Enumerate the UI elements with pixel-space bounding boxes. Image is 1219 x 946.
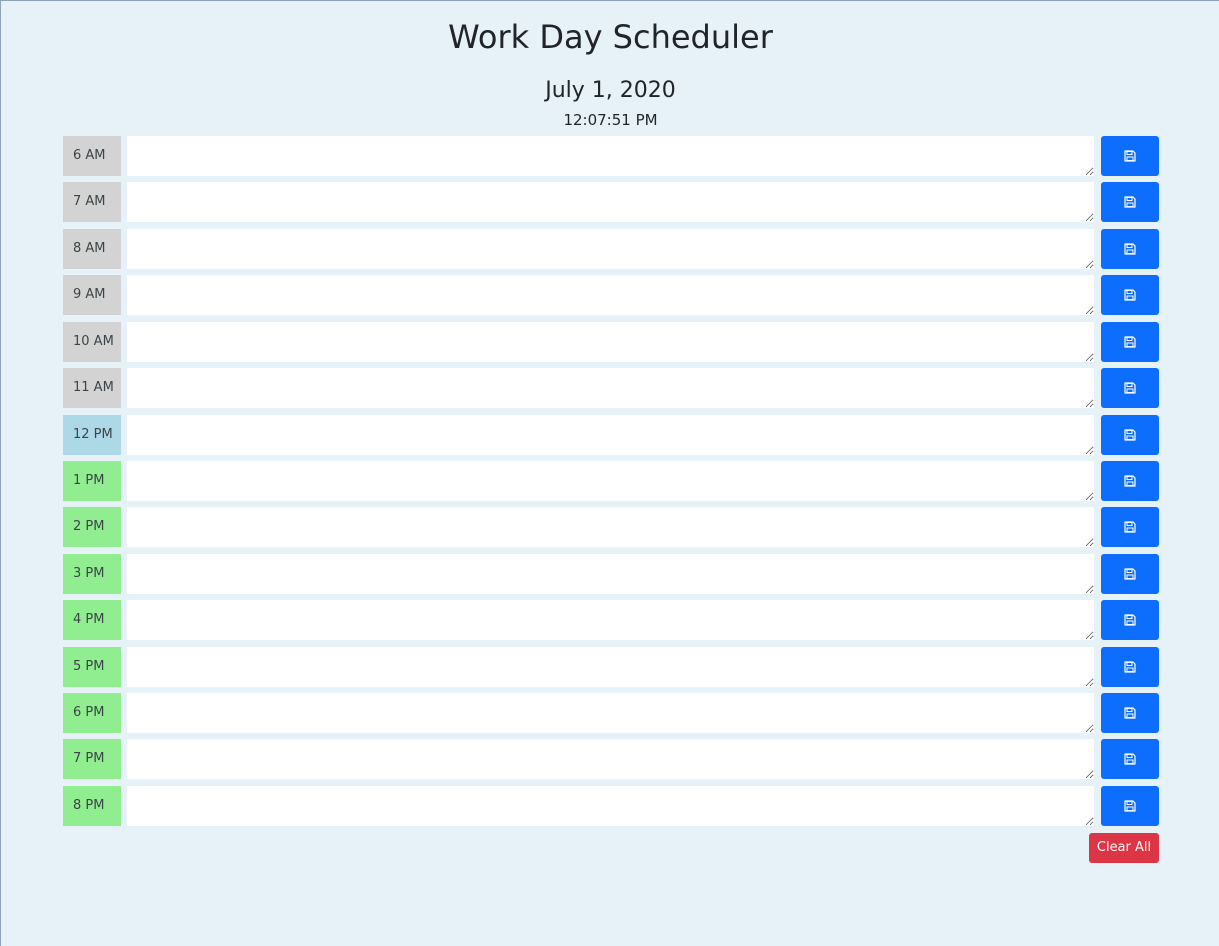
hour-row: 3 PM bbox=[63, 553, 1159, 594]
hour-row: 2 PM bbox=[63, 507, 1159, 548]
save-icon bbox=[1124, 707, 1136, 719]
schedule-list: 6 AM 7 AM 8 AM 9 AM 10 AM 11 AM 12 PM 1 PM 2 PM 3… bbox=[63, 136, 1159, 832]
save-button[interactable] bbox=[1101, 460, 1159, 501]
save-button[interactable] bbox=[1101, 136, 1159, 176]
save-button[interactable] bbox=[1101, 600, 1159, 641]
clear-all-button[interactable]: Clear All bbox=[1089, 833, 1159, 863]
page-title: Work Day Scheduler bbox=[448, 18, 773, 56]
save-icon bbox=[1124, 475, 1136, 487]
save-icon bbox=[1124, 614, 1136, 626]
save-icon bbox=[1124, 382, 1136, 394]
save-button[interactable] bbox=[1101, 228, 1159, 269]
hour-entry-input[interactable] bbox=[127, 553, 1094, 594]
hour-entry-input[interactable] bbox=[127, 646, 1094, 687]
hour-row: 9 AM bbox=[63, 275, 1159, 316]
save-icon bbox=[1124, 243, 1136, 255]
save-icon bbox=[1124, 661, 1136, 673]
hour-label: 6 PM bbox=[63, 693, 121, 734]
hour-entry-input[interactable] bbox=[127, 460, 1094, 501]
current-date: July 1, 2020 bbox=[545, 78, 676, 103]
hour-label: 6 AM bbox=[63, 136, 121, 176]
hour-label: 9 AM bbox=[63, 275, 121, 316]
hour-row: 6 AM bbox=[63, 136, 1159, 176]
hour-row: 8 AM bbox=[63, 228, 1159, 269]
hour-row: 8 PM bbox=[63, 785, 1159, 826]
save-button[interactable] bbox=[1101, 182, 1159, 223]
save-icon bbox=[1124, 150, 1136, 162]
save-button[interactable] bbox=[1101, 693, 1159, 734]
save-icon bbox=[1124, 289, 1136, 301]
hour-entry-input[interactable] bbox=[127, 693, 1094, 734]
save-button[interactable] bbox=[1101, 507, 1159, 548]
hour-row: 7 AM bbox=[63, 182, 1159, 223]
hour-label: 12 PM bbox=[63, 414, 121, 455]
hour-label: 2 PM bbox=[63, 507, 121, 548]
hour-entry-input[interactable] bbox=[127, 321, 1094, 362]
save-icon bbox=[1124, 428, 1136, 441]
hour-row: 7 PM bbox=[63, 739, 1159, 780]
save-button[interactable] bbox=[1101, 553, 1159, 594]
hour-entry-input[interactable] bbox=[127, 785, 1094, 826]
hour-label: 8 AM bbox=[63, 228, 121, 269]
hour-label: 7 AM bbox=[63, 182, 121, 223]
save-button[interactable] bbox=[1101, 414, 1159, 455]
hour-label: 3 PM bbox=[63, 553, 121, 594]
save-button[interactable] bbox=[1101, 321, 1159, 362]
hour-entry-input[interactable] bbox=[127, 414, 1094, 455]
hour-entry-input[interactable] bbox=[127, 600, 1094, 641]
save-button[interactable] bbox=[1101, 368, 1159, 409]
hour-entry-input[interactable] bbox=[127, 228, 1094, 269]
hour-label: 10 AM bbox=[63, 321, 121, 362]
hour-label: 5 PM bbox=[63, 646, 121, 687]
save-icon bbox=[1124, 568, 1136, 580]
save-icon bbox=[1124, 800, 1136, 812]
hour-label: 11 AM bbox=[63, 368, 121, 409]
save-button[interactable] bbox=[1101, 739, 1159, 780]
hour-entry-input[interactable] bbox=[127, 368, 1094, 409]
hour-entry-input[interactable] bbox=[127, 739, 1094, 780]
hour-row: 4 PM bbox=[63, 600, 1159, 641]
hour-entry-input[interactable] bbox=[127, 507, 1094, 548]
current-time: 12:07:51 PM bbox=[563, 111, 658, 129]
hour-row: 12 PM bbox=[63, 414, 1159, 455]
save-icon bbox=[1124, 521, 1136, 533]
hour-row: 1 PM bbox=[63, 460, 1159, 501]
hour-row: 6 PM bbox=[63, 693, 1159, 734]
hour-entry-input[interactable] bbox=[127, 182, 1094, 223]
hour-label: 8 PM bbox=[63, 785, 121, 826]
save-button[interactable] bbox=[1101, 275, 1159, 316]
hour-row: 11 AM bbox=[63, 368, 1159, 409]
hour-label: 7 PM bbox=[63, 739, 121, 780]
save-button[interactable] bbox=[1101, 785, 1159, 826]
hour-label: 1 PM bbox=[63, 460, 121, 501]
hour-row: 5 PM bbox=[63, 646, 1159, 687]
hour-entry-input[interactable] bbox=[127, 136, 1094, 176]
save-button[interactable] bbox=[1101, 646, 1159, 687]
hour-row: 10 AM bbox=[63, 321, 1159, 362]
hour-label: 4 PM bbox=[63, 600, 121, 641]
save-icon bbox=[1124, 753, 1136, 766]
save-icon bbox=[1124, 336, 1136, 348]
hour-entry-input[interactable] bbox=[127, 275, 1094, 316]
save-icon bbox=[1124, 196, 1136, 209]
